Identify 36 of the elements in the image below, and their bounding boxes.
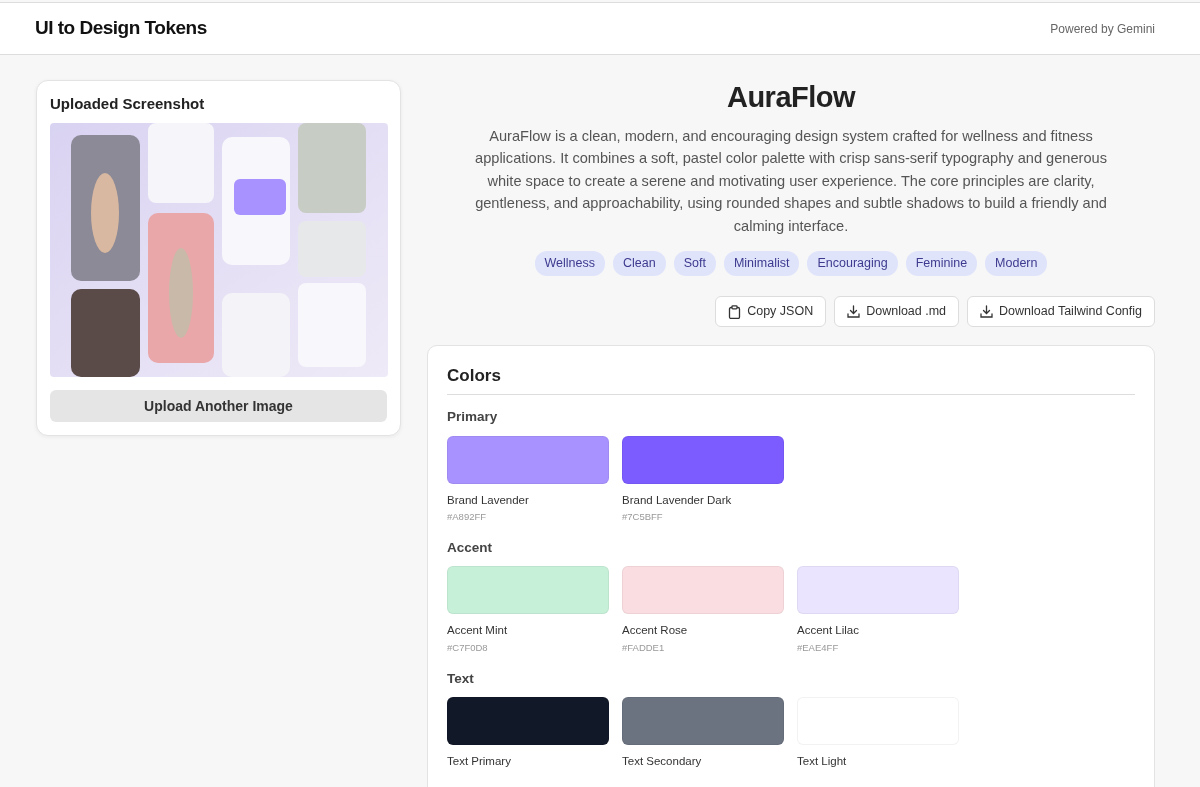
tag: Wellness	[534, 251, 605, 277]
hex-code: #FADDE1	[622, 640, 666, 655]
swatch-name: Accent Mint	[447, 623, 509, 639]
tag: Clean	[613, 251, 666, 277]
swatch-name: Text Primary	[447, 754, 512, 770]
app-title: UI to Design Tokens	[35, 16, 207, 41]
copy-button[interactable]: Copy JSON	[715, 296, 827, 328]
upload-button[interactable]: Upload Another Image	[50, 390, 387, 422]
swatch-name: Brand Lavender Dark	[622, 492, 733, 508]
tag: Modern	[985, 251, 1048, 277]
download-icon	[980, 305, 994, 319]
system-description: AuraFlow is a clean, modern, and encouraging design system crafted for wellness and fitness applications. It combines a soft, pastel color palette with crisp sans-serif typography and generous white space to create a serene and motivating user experience. The core principles are clarity, gentleness, and approachability, using rounded shapes and subtle shadows to build a friendly and calming interface.	[474, 126, 1108, 236]
swatch-name: Text Light	[797, 754, 848, 770]
tag: Minimalist	[723, 251, 800, 277]
download-button[interactable]: Download .md	[834, 296, 960, 328]
tag: Encouraging	[807, 251, 898, 277]
hex-code: #7C5BFF	[622, 509, 664, 524]
hex-code: #C7F0D8	[447, 640, 489, 655]
clipboard-icon	[728, 304, 742, 319]
download-icon	[847, 305, 861, 319]
tag: Feminine	[905, 251, 978, 277]
system-name: AuraFlow	[725, 80, 857, 115]
tag: Soft	[673, 251, 716, 277]
download-button[interactable]: Download Tailwind Config	[967, 296, 1155, 328]
card-title: Uploaded Screenshot	[50, 95, 206, 113]
hex-code: #EAE4FF	[797, 640, 840, 655]
group-title: Text	[447, 669, 475, 688]
hex-code: #A892FF	[447, 509, 488, 524]
section-title: Colors	[447, 366, 1135, 396]
swatch-name: Accent Lilac	[797, 623, 860, 639]
group-title: Primary	[447, 408, 499, 427]
swatch-name: Accent Rose	[622, 623, 689, 639]
powered-by-text: Powered by Gemini	[1050, 20, 1155, 38]
group-title: Accent	[447, 539, 493, 558]
swatch-name: Brand Lavender	[447, 492, 530, 508]
swatch-name: Text Secondary	[622, 754, 703, 770]
